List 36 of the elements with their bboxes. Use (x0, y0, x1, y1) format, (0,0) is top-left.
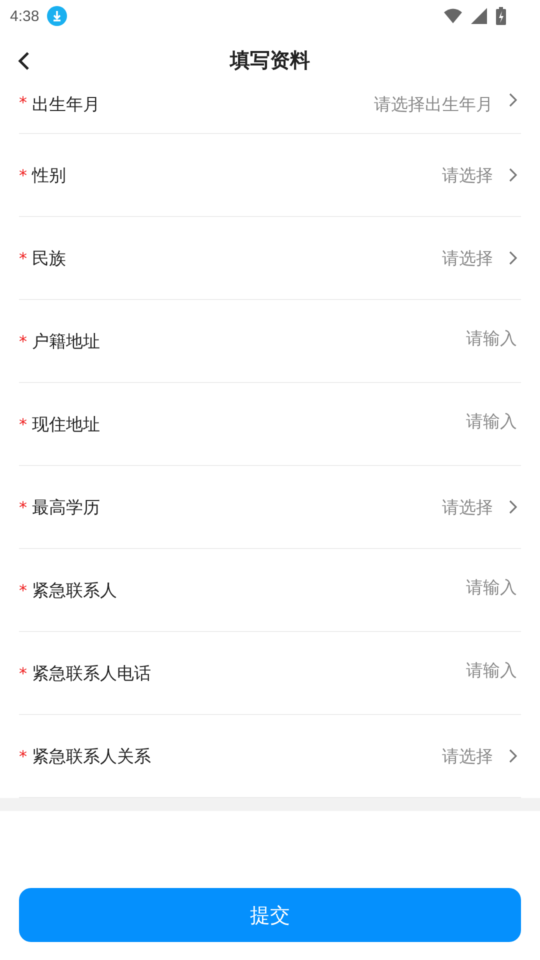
required-mark: * (19, 93, 27, 112)
download-icon (47, 6, 68, 26)
select-hint[interactable]: 请选择出生年月 (374, 93, 493, 116)
field-label: 现住地址 (32, 414, 100, 436)
required-mark: * (19, 166, 27, 184)
back-icon (18, 51, 30, 71)
battery-icon (496, 7, 506, 25)
required-mark: * (19, 332, 27, 350)
chevron-icon (509, 168, 517, 182)
select-hint[interactable]: 请选择 (442, 246, 493, 270)
required-mark: * (19, 580, 27, 600)
field-label: 紧急联系人 (32, 580, 117, 602)
select-hint[interactable]: 请选择 (442, 496, 493, 518)
chevron-icon (509, 251, 517, 265)
field-label: 紧急联系人关系 (32, 746, 151, 768)
chevron-icon (509, 93, 517, 107)
field-label: 民族 (32, 248, 66, 270)
field-label: 最高学历 (32, 496, 100, 518)
required-mark: * (19, 746, 27, 766)
select-hint[interactable]: 请选择 (442, 164, 493, 186)
signal-icon (470, 8, 488, 24)
wifi-icon (444, 8, 462, 24)
select-hint[interactable]: 请选择 (442, 744, 493, 768)
chevron-icon (509, 749, 517, 763)
page-title: 填写资料 (230, 46, 310, 74)
field-label: 出生年月 (32, 94, 100, 116)
field-label: 户籍地址 (32, 330, 100, 352)
required-mark: * (19, 498, 27, 516)
required-mark: * (19, 664, 27, 682)
status-time: 4:38 (10, 8, 40, 24)
field-label: 紧急联系人电话 (32, 662, 151, 684)
required-mark: * (19, 248, 27, 268)
required-mark: * (19, 414, 27, 434)
submit-button[interactable]: 提交 (19, 888, 521, 942)
chevron-icon (509, 500, 517, 514)
field-label: 性别 (32, 164, 66, 186)
